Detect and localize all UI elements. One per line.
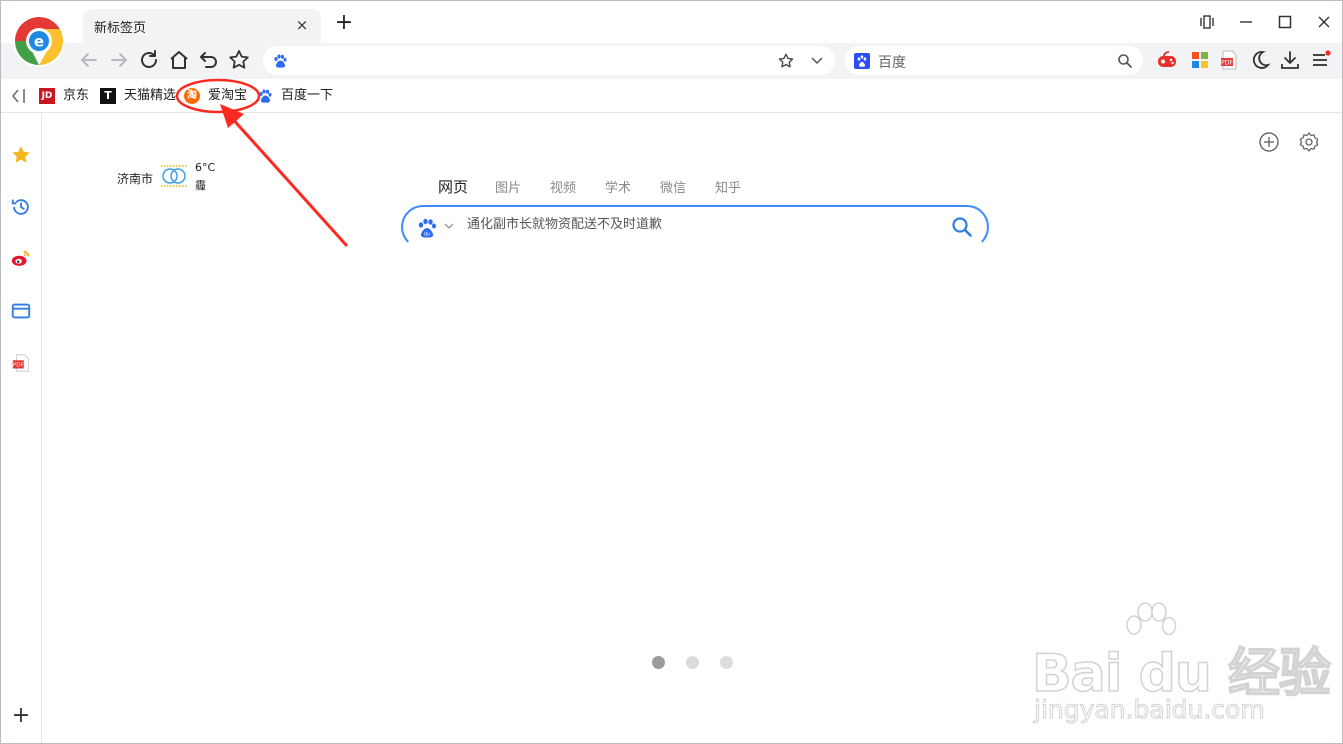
history-icon[interactable]: [10, 196, 32, 218]
collapse-sidebar-icon[interactable]: [10, 88, 28, 104]
tab-title: 新标签页: [94, 21, 147, 36]
navigation-toolbar: 百度 PDF: [1, 43, 1342, 79]
apps-grid-icon[interactable]: [1189, 49, 1211, 71]
home-icon[interactable]: [167, 48, 191, 72]
bookmark-label: 爱淘宝: [208, 88, 248, 103]
carousel-dot-1[interactable]: [652, 656, 665, 669]
add-favorite-star-icon[interactable]: [777, 52, 795, 70]
weather-temperature: 6°C: [195, 161, 216, 174]
watermark-brand: Bai du 经验: [1031, 643, 1332, 705]
bookmark-label: 天猫精选: [124, 88, 177, 103]
pdf-icon[interactable]: PDF: [10, 352, 32, 374]
svg-text:PDF: PDF: [1221, 60, 1233, 67]
jd-icon: JD: [39, 88, 55, 104]
tab-zhihu[interactable]: 知乎: [715, 177, 741, 196]
close-window-icon[interactable]: [1313, 11, 1335, 33]
tab-wechat[interactable]: 微信: [660, 177, 686, 196]
haze-weather-icon: [161, 165, 187, 187]
search-input[interactable]: [467, 217, 937, 232]
chevron-down-icon[interactable]: [809, 52, 825, 68]
baidu-paw-icon: [274, 54, 287, 68]
add-shortcut-icon[interactable]: [1258, 131, 1280, 153]
tab-video[interactable]: 视频: [550, 177, 576, 196]
menu-icon[interactable]: [1309, 49, 1331, 71]
restore-window-icon[interactable]: [1196, 11, 1218, 33]
search-icon[interactable]: [1117, 53, 1133, 69]
main-search-box: du: [401, 205, 989, 249]
sidebar-add-button[interactable]: +: [11, 705, 31, 727]
svg-text:PDF: PDF: [13, 363, 24, 369]
dark-mode-moon-icon[interactable]: [1249, 49, 1271, 71]
baidu-jingyan-watermark: Bai du 经验 jingyan.baidu.com: [1031, 601, 1332, 731]
bookmarks-bar: JD 京东 T 天猫精选 淘 爱淘宝 百度一下: [1, 79, 1342, 113]
tab-new-tab[interactable]: 新标签页 ×: [83, 9, 321, 43]
undo-close-tab-icon[interactable]: [197, 48, 221, 72]
address-bar[interactable]: [263, 46, 835, 75]
back-arrow-icon[interactable]: [77, 48, 101, 72]
browser-window: 新标签页 × + 百度 PDF JD 京东 T 天猫精选 淘 爱淘宝 百度一下 …: [0, 0, 1343, 744]
tab-web[interactable]: 网页: [438, 176, 468, 197]
browser-logo-icon: e: [13, 15, 65, 67]
svg-text:du: du: [424, 232, 430, 238]
tmall-icon: T: [100, 88, 116, 104]
title-bar: 新标签页 × +: [1, 1, 1342, 43]
baidu-paw-icon[interactable]: du: [416, 217, 438, 239]
pdf-tool-icon[interactable]: PDF: [1218, 49, 1240, 71]
search-engine-label: 百度: [878, 55, 906, 71]
weather-city[interactable]: 济南市: [117, 170, 153, 187]
new-tab-button[interactable]: +: [334, 12, 354, 34]
svg-text:e: e: [34, 33, 44, 51]
watermark-paw-icon: [1126, 602, 1177, 636]
bookmark-label: 京东: [63, 88, 90, 103]
browser-window-icon[interactable]: [10, 300, 32, 322]
bookmark-star-icon[interactable]: [227, 48, 251, 72]
tab-images[interactable]: 图片: [495, 177, 521, 196]
taobao-icon: 淘: [184, 88, 200, 104]
game-controller-icon[interactable]: [1156, 49, 1178, 71]
bookmark-label: 百度一下: [281, 88, 334, 103]
chevron-down-icon[interactable]: [443, 220, 455, 232]
watermark-url: jingyan.baidu.com: [1034, 695, 1266, 725]
favorites-star-icon[interactable]: [10, 144, 32, 166]
sidebar: PDF +: [1, 113, 42, 743]
weibo-icon[interactable]: [10, 248, 32, 270]
download-icon[interactable]: [1279, 49, 1301, 71]
carousel-dot-2[interactable]: [686, 656, 699, 669]
weather-condition: 霾: [195, 179, 206, 192]
new-tab-page: 济南市 6°C 霾 网页 图片 视频 学术 微信 知乎 du 通化副市长就物资配…: [42, 113, 1342, 743]
minimize-icon[interactable]: [1235, 11, 1257, 33]
maximize-icon[interactable]: [1274, 11, 1296, 33]
baidu-paw-icon: [259, 89, 272, 103]
toolbar-search-box[interactable]: 百度: [845, 46, 1143, 75]
tab-academic[interactable]: 学术: [605, 177, 631, 196]
reload-icon[interactable]: [137, 48, 161, 72]
settings-gear-icon[interactable]: [1298, 131, 1320, 153]
carousel-dot-3[interactable]: [720, 656, 733, 669]
baidu-logo-icon: [854, 53, 870, 69]
forward-arrow-icon[interactable]: [107, 48, 131, 72]
tab-close-icon[interactable]: ×: [293, 16, 311, 34]
search-icon[interactable]: [951, 216, 973, 238]
